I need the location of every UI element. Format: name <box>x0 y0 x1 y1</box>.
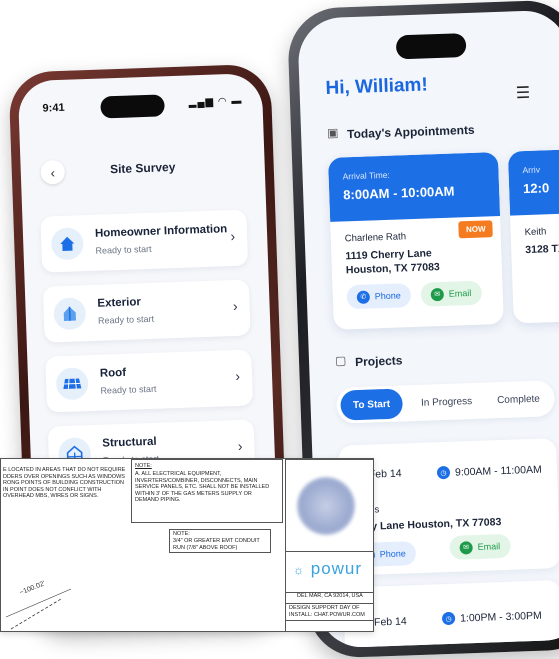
survey-item-title: Homeowner Information <box>94 223 228 240</box>
phone-label: Phone <box>374 290 402 302</box>
section-title-appointments: Today's Appointments <box>346 122 475 142</box>
projects-icon: ▢ <box>334 353 347 368</box>
survey-item-status: Ready to start <box>100 383 157 396</box>
customer-address: 1119 Cherry Lane Houston, TX 77083 <box>345 247 440 277</box>
tab-to-start[interactable]: To Start <box>340 388 404 421</box>
project-card-2[interactable]: lon, Feb 14 ◷ 1:00PM - 3:00PM <box>342 580 559 649</box>
email-icon: ✉ <box>430 287 445 301</box>
customer-name: Charlene Rath <box>344 231 407 245</box>
battery-icon: ▬ <box>231 95 243 107</box>
chevron-right-icon: › <box>237 437 243 454</box>
tab-complete[interactable]: Complete <box>484 380 553 418</box>
chevron-right-icon: › <box>230 227 236 245</box>
email-icon: ✉ <box>459 540 473 555</box>
note2-body: 3/4" OR GREATER EMT CONDUIT RUN (7/8" AB… <box>173 538 260 551</box>
greeting: Hi, William! <box>325 74 429 99</box>
chevron-right-icon: › <box>235 367 241 384</box>
calendar-icon: ▣ <box>326 125 339 140</box>
project-tabs: To Start In Progress Complete <box>335 380 556 424</box>
sun-icon: ☼ <box>293 563 305 577</box>
dynamic-island <box>100 94 165 119</box>
project-time-row: ◷ 1:00PM - 3:00PM <box>441 609 542 626</box>
now-badge: NOW <box>458 220 493 239</box>
appointment-card-2[interactable]: Arriv 12:0 Keith 3128 TX 7 <box>507 149 559 324</box>
plan-document: E LOCATED IN AREAS THAT DO NOT REQUIRE D… <box>0 458 374 632</box>
survey-item-title: Structural <box>102 435 157 450</box>
phone-label: Phone <box>379 548 407 560</box>
survey-item-roof[interactable]: Roof Ready to start › <box>45 349 254 413</box>
email-label: Email <box>477 541 501 552</box>
appointment-card[interactable]: Arrival Time: 8:00AM - 10:00AM NOW Charl… <box>327 151 504 330</box>
wifi-icon: ◠ <box>217 96 228 108</box>
arrival-time: 8:00AM - 10:00AM <box>342 183 455 203</box>
phone-icon: ✆ <box>356 290 371 304</box>
engineer-seal <box>297 477 355 535</box>
project-time: 9:00AM - 11:00AM <box>454 463 542 479</box>
customer-name: Keith <box>524 226 547 239</box>
survey-item-status: Ready to start <box>97 313 155 326</box>
roof-outline-drawing <box>5 588 72 630</box>
appointment-header: Arriv 12:0 <box>507 149 559 216</box>
note1-title: NOTE: <box>135 463 152 469</box>
note2-title: NOTE: <box>173 531 190 537</box>
chevron-right-icon: › <box>232 297 238 315</box>
status-icons: ▂▄▆ ◠ ▬ <box>189 96 243 109</box>
note1-body: A. ALL ELECTRICAL EQUIPMENT, INVERTERS/C… <box>135 471 270 503</box>
status-time: 9:41 <box>42 101 65 115</box>
powur-logo: ☼ powur <box>293 559 362 579</box>
email-label: Email <box>448 287 472 299</box>
arrival-label: Arriv <box>522 164 541 176</box>
phone-button[interactable]: ✆ Phone <box>346 283 412 310</box>
survey-item-title: Exterior <box>97 296 142 310</box>
project-time: 1:00PM - 3:00PM <box>459 609 542 625</box>
arrival-time: 12:0 <box>522 180 550 197</box>
solar-panel-icon <box>55 367 89 401</box>
left-note: E LOCATED IN AREAS THAT DO NOT REQUIRE D… <box>3 467 126 499</box>
house-icon <box>50 227 84 261</box>
survey-item-homeowner[interactable]: Homeowner Information Ready to start › <box>40 209 249 273</box>
survey-item-status: Ready to start <box>95 243 152 256</box>
survey-item-exterior[interactable]: Exterior Ready to start › <box>42 279 251 343</box>
dynamic-island <box>395 33 467 60</box>
survey-item-title: Roof <box>99 366 127 380</box>
house-exterior-icon <box>53 297 87 331</box>
tab-in-progress[interactable]: In Progress <box>410 383 483 421</box>
email-button[interactable]: ✉ Email <box>449 533 511 560</box>
section-title-projects: Projects <box>354 353 403 370</box>
brand-name: powur <box>310 559 363 578</box>
clock-icon: ◷ <box>441 611 456 626</box>
hamburger-menu-icon[interactable]: ☰ <box>515 83 531 103</box>
clock-icon: ◷ <box>436 465 451 480</box>
brand-address: DEL MAR, CA 92014, USA <box>297 593 363 599</box>
project-time-row: ◷ 9:00AM - 11:00AM <box>436 463 542 480</box>
arrival-label: Arrival Time: <box>342 169 390 182</box>
signal-icon: ▂▄▆ <box>188 96 215 109</box>
email-button[interactable]: ✉ Email <box>420 280 482 307</box>
customer-address: 3128 TX 7 <box>525 242 559 257</box>
support-text: DESIGN SUPPORT DAY OF INSTALL: CHAT.POWU… <box>289 605 365 618</box>
appointment-header: Arrival Time: 8:00AM - 10:00AM <box>327 151 501 222</box>
